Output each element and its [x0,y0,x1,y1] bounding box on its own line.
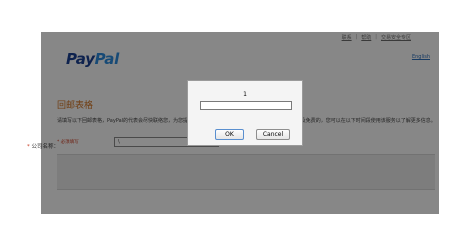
required-star: * [27,144,30,150]
dialog-input[interactable] [200,101,292,110]
ok-button[interactable]: OK [215,129,244,140]
dialog-message: 1 [243,91,247,98]
prompt-dialog: 1 OK Cancel [187,80,303,146]
cancel-button[interactable]: Cancel [256,129,290,140]
